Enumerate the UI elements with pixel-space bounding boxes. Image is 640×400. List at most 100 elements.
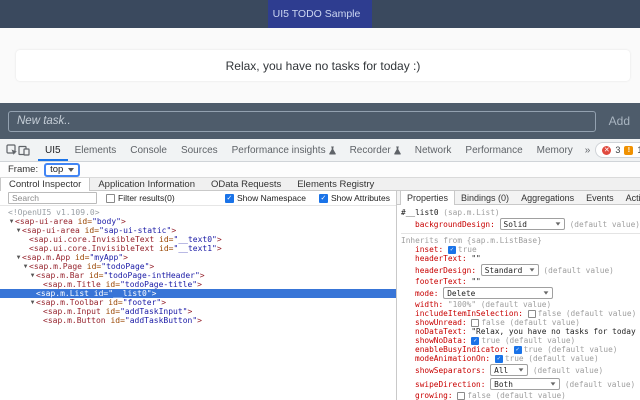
property-select-mode[interactable]: Delete [443,287,553,299]
tree-node-todoPage[interactable]: ▼<sap.m.Page id="todoPage"> [0,262,396,271]
tree-node-addTaskInput[interactable]: <sap.m.Input id="addTaskInput"> [0,307,396,316]
properties-tabs: PropertiesBindings (0)AggregationsEvents… [397,191,640,205]
property-checkbox-includeItemInSelection[interactable] [528,310,536,318]
property-select-headerDesign[interactable]: Standard [481,264,539,276]
tree-node-footer[interactable]: ▼<sap.m.Toolbar id="footer"> [0,298,396,307]
devtools-tab-performance-insights[interactable]: Performance insights [225,139,343,161]
property-checkbox-inset[interactable] [448,246,456,254]
tree-node-todoPage-title[interactable]: <sap.m.Title id="todoPage-title"> [0,280,396,289]
subtab-odata-requests[interactable]: OData Requests [203,178,289,190]
tree-tag-close: > [123,253,128,262]
device-toolbar-icon[interactable] [18,139,30,161]
devtools-tab-label: UI5 [45,145,61,156]
devtools-tab-sources[interactable]: Sources [174,139,225,161]
tree-tag: <sap-ui-area [15,217,73,226]
devtools-tab-performance[interactable]: Performance [458,139,529,161]
tree-node-todoPage-intHeader[interactable]: ▼<sap.m.Bar id="todoPage-intHeader"> [0,271,396,280]
search-input[interactable]: Search [8,192,97,204]
prop-tab-events[interactable]: Events [580,191,620,204]
properties-pane: PropertiesBindings (0)AggregationsEvents… [397,191,640,400]
tree-tag-close: > [200,271,205,280]
property-row-swipeDirection: swipeDirection: Both (default value) [401,377,640,391]
property-checkbox-growing[interactable] [457,392,465,400]
subtab-control-inspector[interactable]: Control Inspector [0,178,90,191]
expand-arrow-icon[interactable]: ▼ [29,271,36,280]
tree-tag: <sap.ui.core.InvisibleText [29,235,154,244]
property-select-showSeparators[interactable]: All [490,364,528,376]
property-value: "100%" [448,300,476,309]
property-checkbox-showUnread[interactable] [471,319,479,327]
tree-node-__list0[interactable]: <sap.m.List id="__list0"> [0,289,396,298]
expand-arrow-icon[interactable]: ▼ [15,253,22,262]
property-checkbox-modeAnimationOn[interactable] [495,355,503,363]
add-task-button[interactable]: Add [609,114,630,128]
tree-tag: <sap.m.Input [43,307,101,316]
property-select-swipeDirection[interactable]: Both [490,378,560,390]
devtools-tab-network[interactable]: Network [408,139,459,161]
property-select-backgroundDesign[interactable]: Solid [500,218,565,230]
tree-node-addTaskButton[interactable]: <sap.m.Button id="addTaskButton"> [0,316,396,325]
devtools-tab-label: Network [415,145,452,156]
select-value: All [494,366,508,375]
devtools-tab-label: Memory [537,145,573,156]
new-task-input[interactable]: New task.. [8,111,596,132]
expand-arrow-icon[interactable]: ▼ [8,217,15,226]
prop-tab-aggregations[interactable]: Aggregations [515,191,580,204]
chevron-down-icon [529,268,534,271]
property-row-growing: growing: false (default value) [401,391,640,400]
default-value-label: (default value) [542,345,617,354]
tree-node-body[interactable]: ▼<sap-ui-area id="body"> [0,217,396,226]
tree-attr-value: "todoPage-intHeader" [103,271,199,280]
tree-attr: id= [70,253,89,262]
tree-tag-close: > [217,244,222,253]
more-tabs-icon[interactable]: » [580,145,596,156]
devtools-tab-console[interactable]: Console [123,139,174,161]
warning-icon: ! [624,146,633,155]
devtools-tab-memory[interactable]: Memory [530,139,580,161]
expand-arrow-icon[interactable]: ▼ [22,262,29,271]
property-value: true [458,245,477,254]
devtools-tab-label: Console [130,145,167,156]
property-checkbox-showNoData[interactable] [471,337,479,345]
devtools-tab-label: Elements [75,145,117,156]
frame-label: Frame: [8,164,38,175]
prop-tab-actions[interactable]: Actions [620,191,640,204]
subtab-elements-registry[interactable]: Elements Registry [289,178,382,190]
frame-select[interactable]: top [44,163,80,177]
expand-arrow-icon[interactable]: ▼ [29,298,36,307]
show-attributes-checkbox[interactable] [319,194,328,203]
devtools-tab-elements[interactable]: Elements [68,139,124,161]
tree-node-__text0[interactable]: <sap.ui.core.InvisibleText id="__text0"> [0,235,396,244]
search-placeholder: Search [12,193,39,203]
tree-tag: <sap.m.Button [43,316,106,325]
show-namespace-checkbox[interactable] [225,194,234,203]
show-attributes-checkbox-group[interactable]: Show Attributes [319,193,390,203]
tree-attr: id= [73,217,92,226]
selected-control-id: #__list0 [401,208,439,217]
devtools-tab-recorder[interactable]: Recorder [343,139,408,161]
tree-node-__text1[interactable]: <sap.ui.core.InvisibleText id="__text1"> [0,244,396,253]
show-namespace-checkbox-group[interactable]: Show Namespace [225,193,306,203]
filter-results-checkbox[interactable] [106,194,115,203]
subtab-application-information[interactable]: Application Information [90,178,203,190]
filter-results-checkbox-group[interactable]: Filter results(0) [106,193,175,203]
property-value: "Relax, you have no tasks for today :)" [471,327,640,336]
property-row-headerDesign: headerDesign: Standard (default value) [401,263,640,277]
tree-tag: <sap.ui.core.InvisibleText [29,244,154,253]
prop-tab-properties[interactable]: Properties [400,191,455,205]
prop-tab-bindings-0-[interactable]: Bindings (0) [455,191,515,204]
select-value: Solid [504,220,527,229]
property-name: backgroundDesign: [415,220,495,229]
default-value-label: (default value) [528,366,603,375]
inspect-element-icon[interactable] [6,139,18,161]
property-checkbox-enableBusyIndicator[interactable] [514,346,522,354]
expand-arrow-icon[interactable]: ▼ [15,226,22,235]
error-count: 3 [615,145,620,155]
devtools-tab-ui5[interactable]: UI5 [38,139,68,161]
tree-node-myApp[interactable]: ▼<sap.m.App id="myApp"> [0,253,396,262]
tree-node-sap-ui-static[interactable]: ▼<sap-ui-area id="sap-ui-static"> [0,226,396,235]
console-badges[interactable]: ✕ 3 ! 1 [595,142,640,158]
tree-attr-value: "body" [92,217,121,226]
default-value-label: (default value) [491,391,566,400]
property-row-footerText: footerText: "" [401,277,640,286]
